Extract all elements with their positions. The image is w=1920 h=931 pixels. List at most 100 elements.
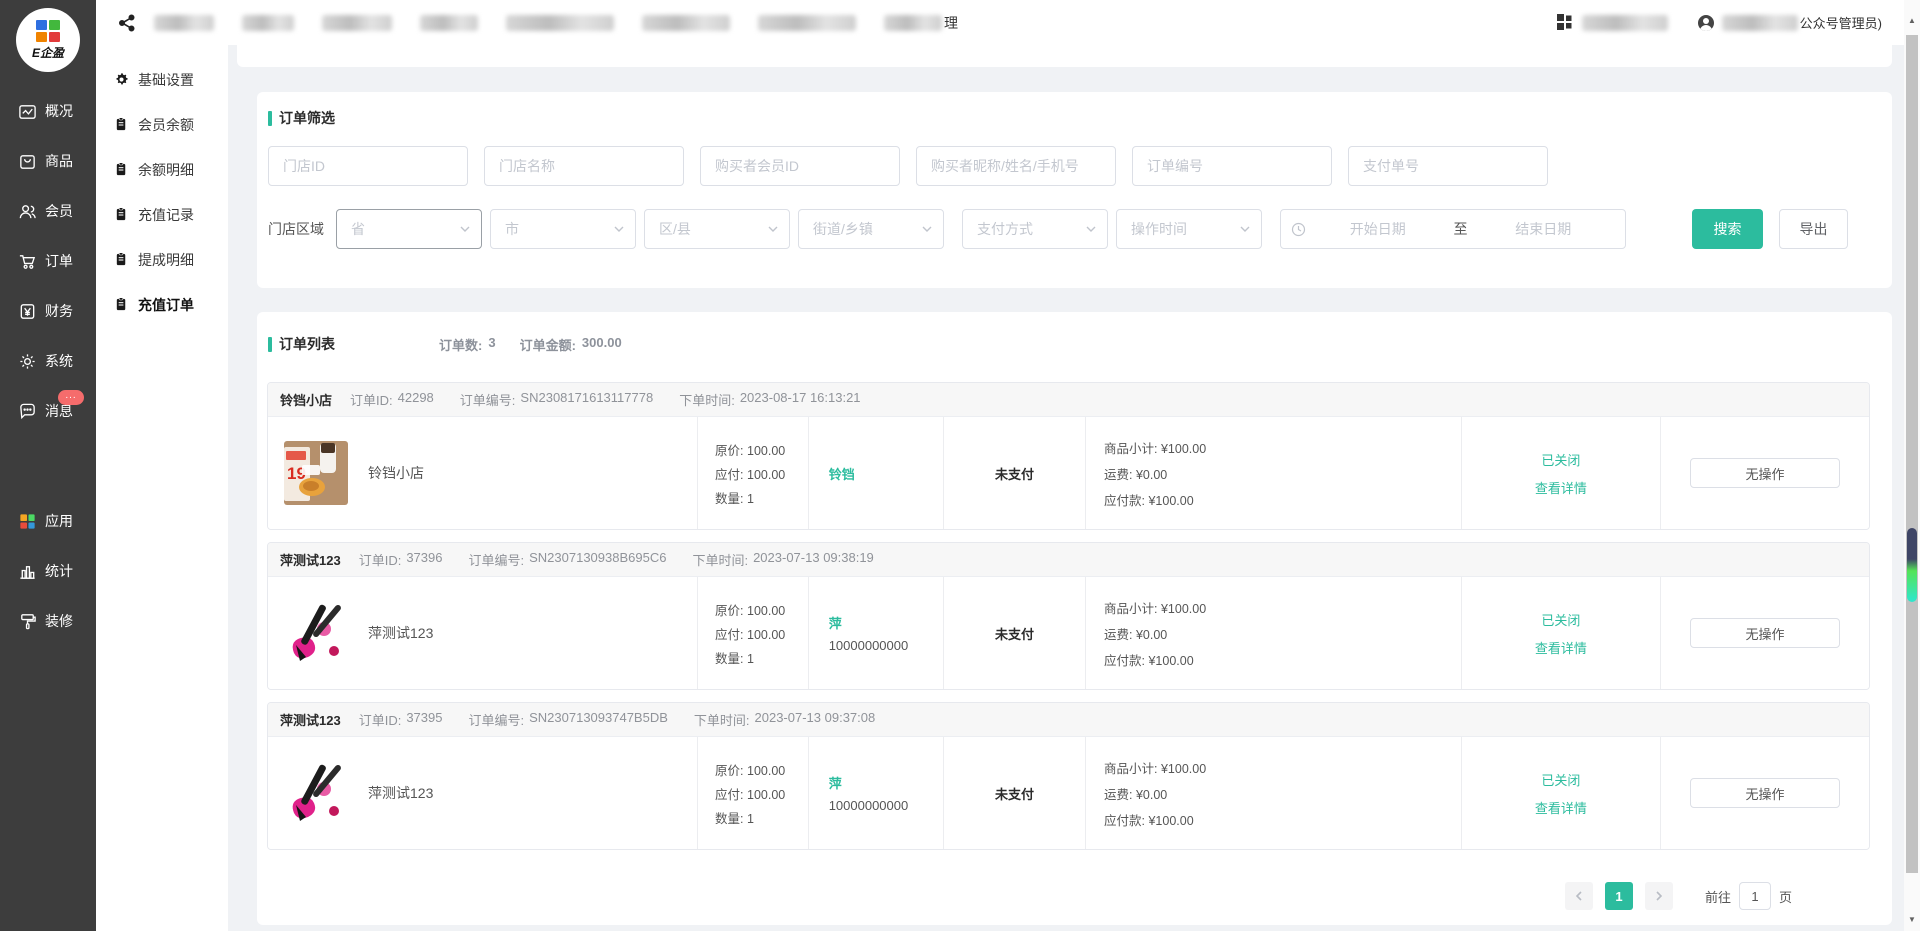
subtotal-label: 商品小计: xyxy=(1104,762,1157,776)
start-date-placeholder[interactable]: 开始日期 xyxy=(1306,219,1450,239)
blurred-nav-item[interactable] xyxy=(322,15,392,31)
scrollbar-track[interactable] xyxy=(1906,35,1918,873)
sidebar-item-orders[interactable]: 订单 xyxy=(0,236,96,286)
sidebar-item-goods[interactable]: 商品 xyxy=(0,136,96,186)
scroll-up-arrow[interactable]: ▲ xyxy=(1904,12,1920,28)
blurred-nav-item[interactable] xyxy=(758,15,856,31)
clipboard-icon xyxy=(114,117,129,132)
grid-menu-icon[interactable] xyxy=(1557,14,1574,31)
order-sn-input[interactable] xyxy=(1132,146,1332,186)
sidebar-item-members[interactable]: 会员 xyxy=(0,186,96,236)
order-time-label: 下单时间: xyxy=(679,390,735,409)
sidebar-item-label: 财务 xyxy=(45,301,73,321)
pay-status-cell: 未支付 xyxy=(944,417,1086,529)
due-value: ¥100.00 xyxy=(1148,494,1193,508)
submenu-item-recharge-record[interactable]: 充值记录 xyxy=(96,192,228,237)
pay-status-value: 未支付 xyxy=(995,784,1034,803)
submenu-item-label: 余额明细 xyxy=(138,160,194,180)
sidebar-item-finance[interactable]: 财务 xyxy=(0,286,96,336)
overview-icon xyxy=(17,101,37,121)
sidebar-item-system[interactable]: 系统 xyxy=(0,336,96,386)
view-detail-link[interactable]: 查看详情 xyxy=(1535,638,1587,657)
sub-sidebar: 基础设置 会员余额 余额明细 充值记录 提成明细 充值订单 xyxy=(96,45,228,931)
blurred-nav-item[interactable] xyxy=(420,15,478,31)
page-number-button[interactable]: 1 xyxy=(1605,882,1633,910)
blurred-nav-item[interactable] xyxy=(642,15,730,31)
goto-page-input[interactable] xyxy=(1739,882,1771,910)
sidebar-item-stats[interactable]: 统计 xyxy=(0,546,96,596)
prev-page-button[interactable] xyxy=(1565,882,1593,910)
no-action-button[interactable]: 无操作 xyxy=(1690,778,1840,808)
city-select[interactable]: 市 xyxy=(490,209,636,249)
view-detail-link[interactable]: 查看详情 xyxy=(1535,798,1587,817)
qty-value: 1 xyxy=(747,492,754,506)
share-icon[interactable] xyxy=(118,14,136,32)
blurred-nav-item[interactable] xyxy=(154,15,214,31)
blurred-nav-item[interactable] xyxy=(506,15,614,31)
blurred-nav-item-partial[interactable]: 理 xyxy=(884,13,958,33)
order-amount-value: 300.00 xyxy=(582,335,622,354)
amounts-cell: 商品小计: ¥100.00 运费: ¥0.00 应付款: ¥100.00 xyxy=(1086,577,1462,689)
buyer-cell: 萍 10000000000 xyxy=(809,737,944,849)
next-page-button[interactable] xyxy=(1645,882,1673,910)
sidebar-item-design[interactable]: 装修 xyxy=(0,596,96,646)
submenu-item-balance-detail[interactable]: 余额明细 xyxy=(96,147,228,192)
original-price-value: 100.00 xyxy=(747,604,785,618)
chevron-down-icon xyxy=(921,223,933,235)
order-row: 萍测试123 原价: 100.00 应付: 100.00 数量: 1 萍 100… xyxy=(268,737,1869,849)
export-button[interactable]: 导出 xyxy=(1779,209,1848,249)
user-avatar-icon[interactable] xyxy=(1698,15,1714,31)
scroll-down-arrow[interactable]: ▼ xyxy=(1904,911,1920,927)
scrollbar-thumb[interactable] xyxy=(1907,528,1917,602)
sidebar-item-label: 应用 xyxy=(45,511,73,531)
province-select-value: 省 xyxy=(351,219,459,239)
submenu-item-recharge-orders[interactable]: 充值订单 xyxy=(96,282,228,327)
store-name-input[interactable] xyxy=(484,146,684,186)
blurred-text xyxy=(884,15,942,31)
district-select[interactable]: 区/县 xyxy=(644,209,790,249)
blurred-nav-item[interactable] xyxy=(242,15,294,31)
submenu-item-commission-detail[interactable]: 提成明细 xyxy=(96,237,228,282)
order-id-value: 42298 xyxy=(398,390,434,409)
province-select[interactable]: 省 xyxy=(336,209,482,249)
order-time-value: 2023-07-13 09:38:19 xyxy=(753,550,874,569)
orders-container: 铃铛小店 订单ID:42298 订单编号:SN2308171613117778 … xyxy=(267,382,1882,850)
sidebar-item-label: 商品 xyxy=(45,151,73,171)
sidebar-item-messages[interactable]: 消息 ... xyxy=(0,386,96,436)
brand-logo-icon xyxy=(36,20,60,42)
sidebar-item-apps[interactable]: 应用 xyxy=(0,496,96,546)
end-date-placeholder[interactable]: 结束日期 xyxy=(1472,219,1616,239)
store-id-input[interactable] xyxy=(268,146,468,186)
buyer-name-link[interactable]: 铃铛 xyxy=(829,464,943,483)
buyer-name-link[interactable]: 萍 xyxy=(829,773,943,792)
operate-time-select[interactable]: 操作时间 xyxy=(1116,209,1262,249)
order-block: 萍测试123 订单ID:37396 订单编号:SN2307130938B695C… xyxy=(267,542,1870,690)
sidebar-item-overview[interactable]: 概况 xyxy=(0,86,96,136)
buyer-info-input[interactable] xyxy=(916,146,1116,186)
brand-name: E企盈 xyxy=(32,44,64,61)
pay-method-select[interactable]: 支付方式 xyxy=(962,209,1108,249)
order-count-label: 订单数: xyxy=(439,335,482,354)
buyer-cell: 萍 10000000000 xyxy=(809,577,944,689)
payable-value: 100.00 xyxy=(747,468,785,482)
blurred-workspace-name[interactable] xyxy=(1582,15,1668,31)
order-header: 铃铛小店 订单ID:42298 订单编号:SN2308171613117778 … xyxy=(268,383,1869,417)
paint-roller-icon xyxy=(17,611,37,631)
order-store-name: 萍测试123 xyxy=(280,710,341,729)
submenu-item-member-balance[interactable]: 会员余额 xyxy=(96,102,228,147)
no-action-button[interactable]: 无操作 xyxy=(1690,458,1840,488)
buyer-member-id-input[interactable] xyxy=(700,146,900,186)
order-list-card: 订单列表 订单数: 3 订单金额: 300.00 铃铛小店 订单ID:42298… xyxy=(257,312,1892,925)
street-select[interactable]: 街道/乡镇 xyxy=(798,209,944,249)
order-filter-card: 订单筛选 门店区域 省 市 xyxy=(257,92,1892,288)
submenu-item-basic-settings[interactable]: 基础设置 xyxy=(96,57,228,102)
view-detail-link[interactable]: 查看详情 xyxy=(1535,478,1587,497)
pay-sn-input[interactable] xyxy=(1348,146,1548,186)
chat-icon xyxy=(17,401,37,421)
buyer-name-link[interactable]: 萍 xyxy=(829,613,943,632)
date-range-picker[interactable]: 开始日期 至 结束日期 xyxy=(1280,209,1626,249)
product-cell: 萍测试123 xyxy=(268,577,698,689)
brand-logo[interactable]: E企盈 xyxy=(16,8,80,72)
search-button[interactable]: 搜索 xyxy=(1692,209,1763,249)
no-action-button[interactable]: 无操作 xyxy=(1690,618,1840,648)
